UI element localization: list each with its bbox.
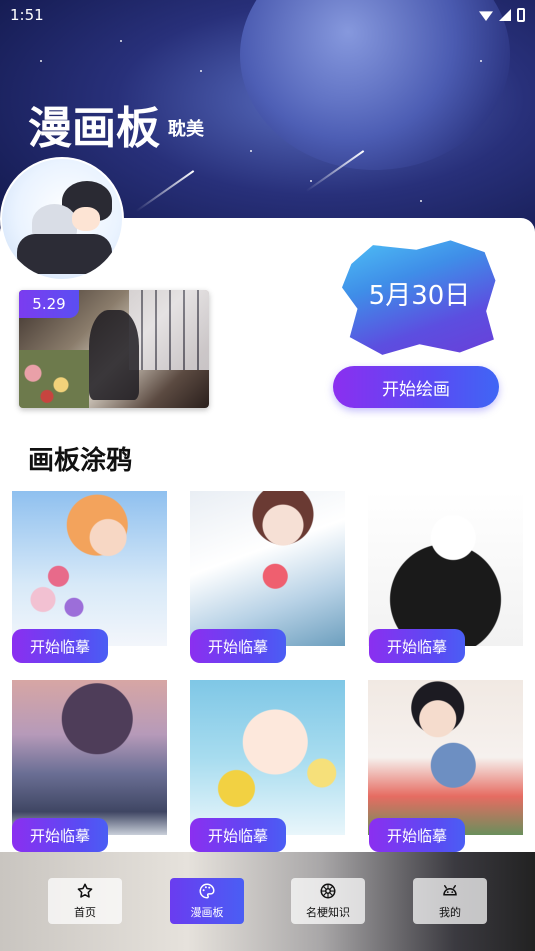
gallery-item[interactable] [368, 680, 523, 835]
nav-tab-home[interactable]: 首页 [48, 878, 122, 924]
start-tracing-button[interactable]: 开始临摹 [190, 629, 286, 663]
artwork-thumbnail [12, 491, 167, 646]
page-subtitle: 耽美 [168, 119, 204, 140]
signal-icon [499, 9, 511, 21]
date-badge: 5.29 [19, 290, 79, 318]
status-bar: 1:51 [0, 0, 535, 30]
gallery-item[interactable] [190, 680, 345, 835]
wifi-icon [479, 11, 493, 21]
star-icon [76, 882, 94, 900]
artwork-thumbnail [368, 680, 523, 835]
gallery-item[interactable] [368, 491, 523, 646]
nav-tab-label: 漫画板 [190, 906, 224, 919]
artwork-flowers [19, 350, 89, 408]
start-tracing-button[interactable]: 开始临摹 [12, 818, 108, 852]
nav-tab-meme-knowledge[interactable]: 名梗知识 [291, 878, 365, 924]
palette-icon [198, 882, 216, 900]
star [310, 180, 312, 182]
star [480, 60, 482, 62]
start-tracing-button[interactable]: 开始临摹 [12, 629, 108, 663]
shooting-star [135, 170, 195, 212]
artwork-thumbnail [368, 491, 523, 646]
artwork-figure [89, 310, 139, 400]
page-title: 漫画板 [28, 103, 160, 154]
start-tracing-button[interactable]: 开始临摹 [190, 818, 286, 852]
gallery-item[interactable] [12, 491, 167, 646]
nav-tab-label: 名梗知识 [306, 906, 350, 919]
star [200, 70, 202, 72]
artwork-thumbnail [190, 680, 345, 835]
section-title: 画板涂鸦 [28, 446, 133, 476]
aperture-icon [319, 882, 337, 900]
nav-tab-profile[interactable]: 我的 [413, 878, 487, 924]
nav-tab-label: 首页 [74, 906, 96, 919]
gallery-item[interactable] [190, 491, 345, 646]
nav-tab-comic-board[interactable]: 漫画板 [170, 878, 244, 924]
start-tracing-button[interactable]: 开始临摹 [369, 818, 465, 852]
artwork-thumbnail [190, 491, 345, 646]
avatar-body [17, 234, 112, 274]
artwork-thumbnail [12, 680, 167, 835]
nav-tab-label: 我的 [439, 906, 461, 919]
star [250, 150, 252, 152]
status-time: 1:51 [10, 6, 44, 24]
avatar-face [72, 207, 100, 231]
android-icon [441, 882, 459, 900]
status-icons [479, 6, 525, 24]
start-drawing-button[interactable]: 开始绘画 [333, 366, 499, 408]
gallery-item[interactable] [12, 680, 167, 835]
star [40, 60, 42, 62]
battery-icon [517, 8, 525, 22]
star [420, 200, 422, 202]
artwork-window [129, 290, 209, 370]
category-avatar[interactable] [0, 157, 124, 281]
star [120, 40, 122, 42]
start-tracing-button[interactable]: 开始临摹 [369, 629, 465, 663]
today-date: 5月30日 [368, 281, 471, 311]
